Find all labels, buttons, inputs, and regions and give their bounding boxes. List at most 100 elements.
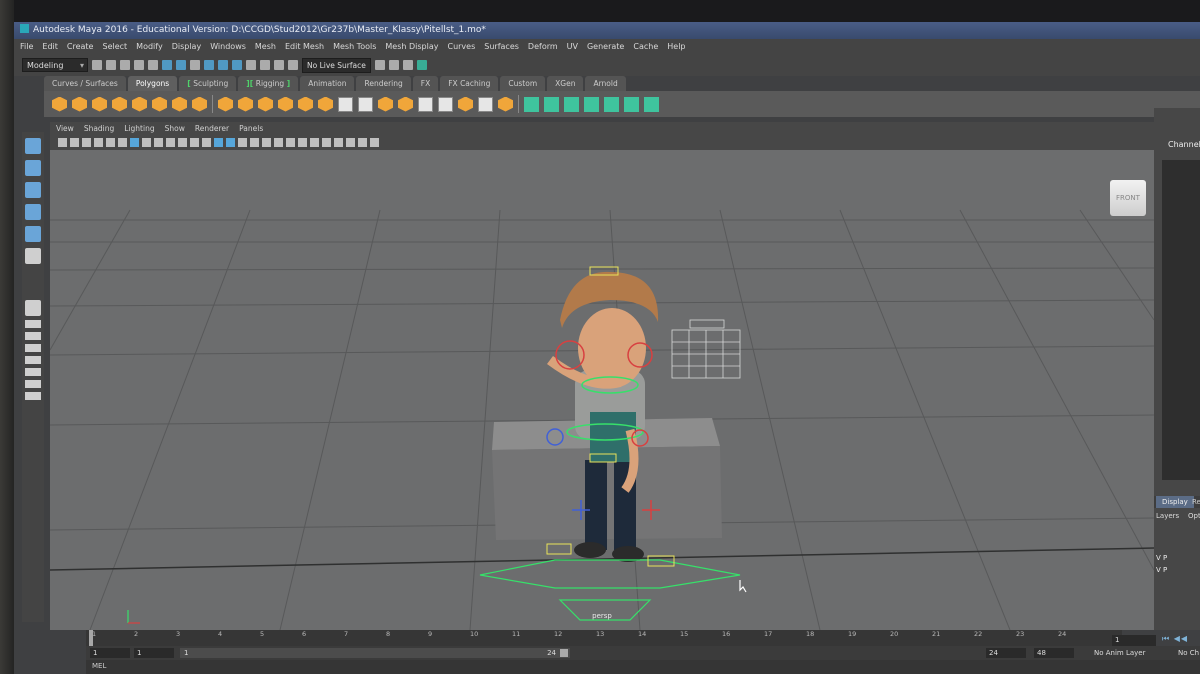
menu-mesh-display[interactable]: Mesh Display [385,39,438,54]
tab-polygons[interactable]: Polygons [127,76,178,91]
open-scene-icon[interactable] [106,60,116,70]
field-chart-icon[interactable] [178,138,187,147]
character-set-dropdown[interactable]: No Ch [1178,648,1199,658]
tab-sculpting[interactable]: [ Sculpting [179,76,237,91]
viewport-menu-panels[interactable]: Panels [239,122,263,135]
redo-icon[interactable] [148,60,158,70]
poly-plane-icon[interactable] [132,96,147,112]
tab-fx-caching[interactable]: FX Caching [440,76,499,91]
menu-mesh-tools[interactable]: Mesh Tools [333,39,376,54]
paint-select-tool-icon[interactable] [25,182,41,198]
uv-checker-icon[interactable] [624,96,639,112]
poly-pyramid-icon[interactable] [172,96,187,112]
move-tool-icon[interactable] [25,204,41,220]
custom-layout-icon[interactable] [25,392,41,400]
range-slider[interactable]: 1 24 [180,648,570,658]
menu-uv[interactable]: UV [567,39,578,54]
image-plane-icon[interactable] [94,138,103,147]
uv-automatic-icon[interactable] [584,96,599,112]
playback-start-field[interactable]: 1 [134,648,174,658]
range-slider-handle[interactable] [560,649,568,657]
camera-attributes-icon[interactable] [70,138,79,147]
menu-file[interactable]: File [20,39,33,54]
two-d-pan-icon[interactable] [106,138,115,147]
tab-arnold[interactable]: Arnold [585,76,626,91]
menu-edit[interactable]: Edit [42,39,58,54]
select-component-icon[interactable] [190,60,200,70]
scale-tool-icon[interactable] [25,248,41,264]
poly-cone-icon[interactable] [112,96,127,112]
wireframe-on-shaded-icon[interactable] [238,138,247,147]
persp-graph-layout-icon[interactable] [25,344,41,352]
ipr-render-icon[interactable] [402,60,413,70]
tab-xgen[interactable]: XGen [547,76,584,91]
playback-end-field[interactable]: 24 [986,648,1026,658]
wireframe-icon[interactable] [214,138,223,147]
motion-blur-icon[interactable] [298,138,307,147]
layer-row[interactable]: V P [1156,554,1167,562]
view-cube[interactable]: FRONT [1110,180,1146,216]
grease-pencil-icon[interactable] [118,138,127,147]
x-ray-icon[interactable] [346,138,355,147]
snap-point-icon[interactable] [232,60,242,70]
insert-edge-loop-icon[interactable] [438,96,453,112]
uv-spherical-icon[interactable] [564,96,579,112]
save-scene-icon[interactable] [120,60,130,70]
extrude-icon[interactable] [418,96,433,112]
viewport-menu-renderer[interactable]: Renderer [195,122,229,135]
safe-title-icon[interactable] [202,138,211,147]
resolution-gate-icon[interactable] [154,138,163,147]
camera-icon[interactable] [58,138,67,147]
smooth-shade-icon[interactable] [226,138,235,147]
menu-set-dropdown[interactable]: Modeling [22,58,88,73]
shadows-icon[interactable] [274,138,283,147]
snap-view-plane-icon[interactable] [246,60,256,70]
safe-action-icon[interactable] [190,138,199,147]
mel-label[interactable]: MEL [92,662,106,670]
outliner-layout-icon[interactable] [25,368,41,376]
lights-icon[interactable] [262,138,271,147]
poly-cylinder-icon[interactable] [92,96,107,112]
fill-hole-icon[interactable] [478,96,493,112]
poly-sphere-icon[interactable] [52,96,67,112]
boolean-icon[interactable] [298,96,313,112]
current-frame-field[interactable]: 1 [1112,635,1156,646]
undo-icon[interactable] [134,60,144,70]
menu-surfaces[interactable]: Surfaces [484,39,519,54]
tab-rigging[interactable]: ][ Rigging ] [238,76,299,91]
viewport-menu-view[interactable]: View [56,122,74,135]
tab-render-layers[interactable]: Ren [1192,496,1200,508]
select-hierarchy-icon[interactable] [162,60,172,70]
select-tool-icon[interactable] [25,138,41,154]
ambient-occlusion-icon[interactable] [286,138,295,147]
bridge-icon[interactable] [398,96,413,112]
layers-menu[interactable]: Layers [1156,512,1179,520]
make-live-icon[interactable] [260,60,270,70]
snap-curve-icon[interactable] [218,60,228,70]
append-polygon-icon[interactable] [458,96,473,112]
playback-controls[interactable]: ⏮ ◀◀ [1162,634,1188,644]
single-perspective-layout-icon[interactable] [25,300,41,316]
uv-planar-icon[interactable] [524,96,539,112]
uv-cylindrical-icon[interactable] [544,96,559,112]
persp-hypershade-layout-icon[interactable] [25,356,41,364]
menu-curves[interactable]: Curves [447,39,475,54]
options-menu[interactable]: Options [1188,512,1200,520]
merge-icon[interactable] [498,96,513,112]
extract-icon[interactable] [258,96,273,112]
animation-end-field[interactable]: 48 [1034,648,1074,658]
bevel-icon[interactable] [378,96,393,112]
command-line[interactable] [86,660,1200,674]
viewport-menu-lighting[interactable]: Lighting [124,122,154,135]
mirror-icon[interactable] [318,96,333,112]
rotate-tool-icon[interactable] [25,226,41,242]
viewport-menu-show[interactable]: Show [165,122,185,135]
backface-culling-icon[interactable] [370,138,379,147]
viewport-menu-shading[interactable]: Shading [84,122,114,135]
menu-select[interactable]: Select [102,39,127,54]
layer-row[interactable]: V P [1156,566,1167,574]
tab-custom[interactable]: Custom [500,76,546,91]
grid-toggle-icon[interactable] [130,138,139,147]
poly-torus-icon[interactable] [152,96,167,112]
depth-of-field-icon[interactable] [322,138,331,147]
